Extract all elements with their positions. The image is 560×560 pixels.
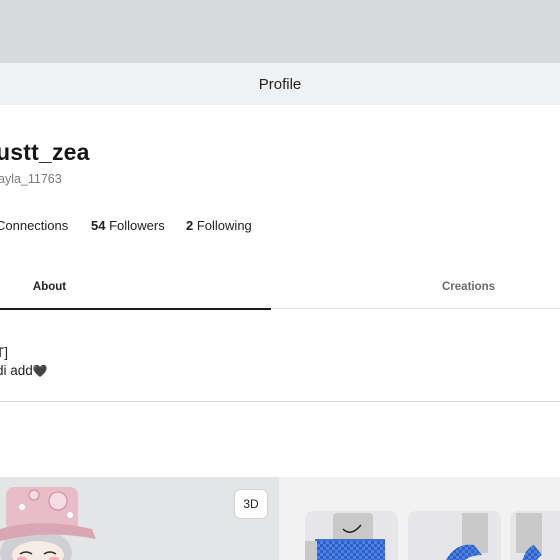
followers-label: Followers [109,218,165,233]
following-count: 2 [186,218,194,233]
followers-count: 54 [91,218,106,233]
avatar-item-card[interactable] [510,511,560,560]
tab-creations-label: Creations [442,281,496,293]
following-stat[interactable]: 2 Following [186,218,252,233]
display-name: ustt_zea [0,139,90,165]
avatar-items-panel [279,477,560,560]
tab-about-label: About [32,280,67,293]
page-title: Profile [258,75,302,93]
connections-stat[interactable]: Connections [0,218,68,233]
avatar-item-thumbnail [305,513,385,560]
avatar-item-card[interactable] [408,511,501,560]
tab-creations[interactable]: Creations [271,265,560,309]
avatar-item-thumbnail [516,513,542,560]
view-3d-button[interactable]: 3D [234,489,268,519]
profile-stats: Connections 54 Followers 2 Following [0,218,560,236]
connections-label: Connections [0,218,69,233]
top-band [0,0,560,63]
following-label: Following [196,218,252,233]
black-heart-icon: 🖤 [32,364,48,378]
about-description: T] di add🖤 [0,344,48,380]
username-handle: ayla_11763 [0,172,62,186]
tab-about[interactable]: About [0,265,271,310]
profile-tabs: About Creations [0,265,560,310]
about-line-2: di add [0,363,33,378]
followers-stat[interactable]: 54 Followers [91,218,165,233]
section-divider [0,401,560,402]
avatar-item-thumbnail [446,513,488,560]
avatar-item-card[interactable] [305,511,398,560]
about-line-1: T] [0,345,8,360]
title-bar: Profile [0,63,560,105]
about-line-2-row: di add🖤 [0,362,48,380]
